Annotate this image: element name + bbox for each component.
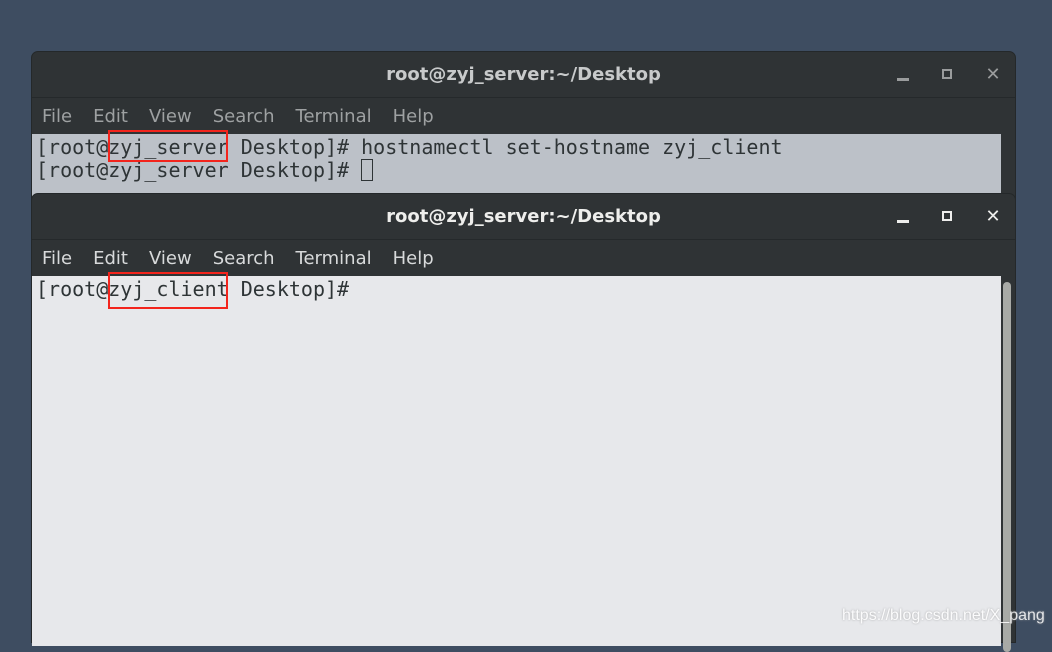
maximize-button[interactable]	[936, 64, 958, 86]
cursor	[361, 159, 374, 181]
window-title: root@zyj_server:~/Desktop	[386, 64, 661, 85]
terminal-output[interactable]: [root@zyj_client Desktop]#	[32, 276, 1001, 646]
minimize-button[interactable]	[892, 64, 914, 86]
window-title: root@zyj_server:~/Desktop	[386, 206, 661, 227]
minimize-button[interactable]	[892, 206, 914, 228]
menu-help[interactable]: Help	[393, 106, 434, 127]
menu-bar: File Edit View Search Terminal Help	[32, 98, 1015, 134]
terminal-line: [root@zyj_server Desktop]#	[36, 159, 1001, 182]
title-bar[interactable]: root@zyj_server:~/Desktop ✕	[32, 52, 1015, 98]
menu-terminal[interactable]: Terminal	[296, 106, 372, 127]
minimize-icon	[897, 220, 909, 223]
menu-search[interactable]: Search	[213, 106, 275, 127]
maximize-icon	[942, 211, 952, 221]
scrollbar-thumb[interactable]	[1003, 282, 1011, 652]
maximize-icon	[942, 69, 952, 79]
minimize-icon	[897, 78, 909, 81]
menu-view[interactable]: View	[149, 106, 192, 127]
title-bar[interactable]: root@zyj_server:~/Desktop ✕	[32, 194, 1015, 240]
menu-file[interactable]: File	[42, 248, 72, 269]
menu-file[interactable]: File	[42, 106, 72, 127]
menu-edit[interactable]: Edit	[93, 248, 128, 269]
watermark: https://blog.csdn.net/X_pang	[842, 607, 1045, 624]
highlight-box-server	[108, 130, 228, 162]
menu-view[interactable]: View	[149, 248, 192, 269]
highlight-box-client	[108, 272, 228, 309]
menu-search[interactable]: Search	[213, 248, 275, 269]
close-button[interactable]: ✕	[982, 206, 1004, 228]
close-button[interactable]: ✕	[982, 64, 1004, 86]
menu-edit[interactable]: Edit	[93, 106, 128, 127]
terminal-window-front[interactable]: root@zyj_server:~/Desktop ✕ File Edit Vi…	[31, 193, 1016, 652]
menu-help[interactable]: Help	[393, 248, 434, 269]
menu-terminal[interactable]: Terminal	[296, 248, 372, 269]
maximize-button[interactable]	[936, 206, 958, 228]
menu-bar: File Edit View Search Terminal Help	[32, 240, 1015, 276]
